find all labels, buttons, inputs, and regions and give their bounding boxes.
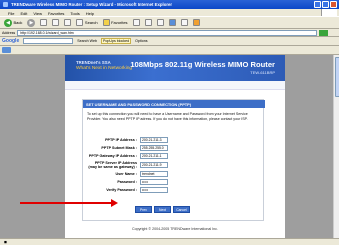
brand-tagline: What's Next in Networking	[76, 66, 133, 71]
search-icon	[76, 19, 84, 26]
callout-arrow-icon	[111, 199, 118, 207]
print-icon[interactable]	[156, 19, 164, 26]
ie-icon	[3, 2, 8, 7]
vertical-scrollbar[interactable]	[333, 55, 339, 238]
refresh-icon[interactable]	[52, 19, 60, 26]
pptp-gateway-label: PPTP Gateway IP Address :	[88, 154, 137, 158]
page-header: TRENDnet's SSA What's Next in Networking…	[65, 55, 285, 81]
pptp-ip-input[interactable]: 200.21.211.3	[140, 137, 168, 143]
page-viewport: TRENDnet's SSA What's Next in Networking…	[0, 55, 339, 238]
favorites-star-icon	[102, 19, 110, 26]
username-label: User Name :	[115, 172, 137, 176]
back-label: Back	[13, 20, 23, 25]
pptp-subnet-input[interactable]: 255.255.255.0	[140, 145, 168, 151]
close-button[interactable]	[330, 1, 337, 8]
password-input[interactable]: •••••	[140, 179, 168, 185]
address-input[interactable]: http://192.168.0.1/wizard_wan.htm	[17, 29, 318, 36]
google-logo[interactable]: Google	[2, 38, 19, 44]
prev-button[interactable]: Prev	[135, 206, 152, 213]
history-icon[interactable]	[132, 19, 140, 26]
popup-blocker-button[interactable]: PopUps blocked	[100, 38, 132, 44]
pptp-server-input[interactable]: 200.21.211.9	[140, 162, 168, 168]
page-icon[interactable]	[2, 47, 11, 53]
header-band	[65, 81, 285, 90]
verify-password-input[interactable]: •••••	[140, 187, 168, 193]
links-bar	[0, 46, 339, 55]
favorites-button[interactable]: Favorites	[102, 19, 128, 26]
discuss-icon[interactable]	[180, 19, 188, 26]
address-label: Address	[2, 30, 16, 35]
google-toolbar: Google Search Web PopUps blocked Options	[0, 37, 339, 46]
browser-window: TRENDware Wireless MIMO Router : Setup W…	[0, 0, 339, 245]
menu-bar: File Edit View Favorites Tools Help	[0, 9, 339, 16]
section-title: SET USERNAME AND PASSWORD CONNECTION (PP…	[83, 100, 265, 108]
router-setup-page: TRENDnet's SSA What's Next in Networking…	[65, 55, 285, 238]
window-title: TRENDware Wireless MIMO Router : Setup W…	[11, 2, 173, 7]
maximize-button[interactable]	[322, 1, 329, 8]
search-web-button[interactable]: Search Web	[77, 39, 97, 43]
pptp-gateway-input[interactable]: 200.21.211.1	[140, 153, 168, 159]
password-label: Password :	[117, 180, 137, 184]
google-search-input[interactable]	[23, 38, 74, 44]
back-arrow-icon: ◀	[4, 18, 12, 27]
next-button[interactable]: Next	[154, 206, 171, 213]
section-description: To set up this connection you will need …	[87, 112, 248, 121]
brand-name: TRENDnet's SSA	[76, 60, 111, 65]
back-button[interactable]: ◀ Back	[4, 18, 23, 27]
wizard-buttons: Prev Next Cancel	[135, 206, 190, 213]
messenger-icon[interactable]	[192, 19, 200, 26]
options-button[interactable]: Options	[135, 39, 147, 43]
mail-icon[interactable]	[144, 19, 152, 26]
toolbar: ◀ Back ▶ Search Favorites	[0, 16, 339, 29]
scrollbar-thumb[interactable]	[334, 57, 339, 97]
windows-logo-icon	[321, 9, 337, 16]
favorites-label: Favorites	[111, 20, 128, 25]
minimize-button[interactable]	[314, 1, 321, 8]
address-bar: Address http://192.168.0.1/wizard_wan.ht…	[0, 29, 339, 37]
product-title: 108Mbps 802.11g Wireless MIMO Router	[130, 60, 275, 69]
pptp-ip-label: PPTP IP Address :	[105, 138, 137, 142]
title-bar: TRENDware Wireless MIMO Router : Setup W…	[0, 0, 339, 9]
search-label: Search	[84, 20, 98, 25]
stop-icon[interactable]	[40, 19, 48, 26]
status-done-icon: ◼	[4, 240, 7, 244]
cancel-button[interactable]: Cancel	[173, 206, 190, 213]
product-model: TEW-611BRP	[250, 70, 275, 75]
forward-button[interactable]: ▶	[27, 18, 36, 27]
status-bar: ◼	[0, 238, 339, 245]
callout-arrow-shaft	[20, 202, 115, 204]
go-button[interactable]	[319, 29, 329, 36]
copyright-text: Copyright © 2004-2005 TRENDware Internat…	[132, 227, 218, 231]
pptp-server-label: PPTP Server IP Address (may be same as g…	[88, 161, 137, 169]
pptp-subnet-label: PPTP Subnet Mask :	[101, 146, 137, 150]
edit-icon[interactable]	[168, 19, 176, 26]
username-input[interactable]: trendnet	[140, 171, 168, 177]
verify-password-label: Verify Password :	[106, 188, 137, 192]
home-icon[interactable]	[64, 19, 72, 26]
search-button[interactable]: Search	[76, 19, 98, 26]
